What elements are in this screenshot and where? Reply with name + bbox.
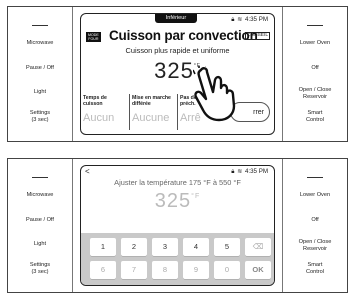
control-panel-bottom: Microwave Pause / Off Light Settings (3 …	[7, 158, 348, 293]
key-0[interactable]: 0	[214, 261, 240, 279]
temperature-display[interactable]: 325°F	[81, 58, 274, 84]
key-6[interactable]: 6	[90, 261, 116, 279]
cook-time-option[interactable]: Temps de cuisson Aucun	[81, 94, 129, 130]
tip-button[interactable]: CONSEIL	[244, 32, 270, 40]
cook-time-label: Temps de cuisson	[83, 95, 107, 107]
key-2[interactable]: 2	[121, 238, 147, 256]
wifi-icon: ≋	[237, 169, 243, 175]
key-9[interactable]: 9	[183, 261, 209, 279]
settings-button[interactable]: Settings (3 sec)	[8, 110, 72, 123]
right-button-column: Lower Oven Off Open / Close Reservoir Sm…	[282, 159, 347, 292]
temperature-unit: °F	[191, 193, 201, 200]
lower-oven-button[interactable]: Lower Oven	[283, 192, 347, 199]
temperature-range-hint: Ajuster la température 175 °F à 550 °F	[114, 178, 241, 187]
oven-display-screen: Inférieur 🔒︎ ≋ 4:35 PM MODE FOUR Cuisson…	[80, 13, 275, 135]
status-bar: 🔒︎ ≋ 4:35 PM	[231, 16, 268, 24]
clock-time: 4:35 PM	[244, 16, 268, 23]
backspace-icon[interactable]: ⌫	[245, 238, 271, 256]
temperature-entry-display: 325°F	[81, 190, 274, 213]
settings-button[interactable]: Settings (3 sec)	[8, 262, 72, 275]
lower-oven-button[interactable]: Lower Oven	[283, 40, 347, 47]
divider-line	[32, 25, 48, 26]
divider-line	[307, 25, 323, 26]
key-4[interactable]: 4	[183, 238, 209, 256]
delay-start-value: Aucune	[132, 112, 170, 124]
key-7[interactable]: 7	[121, 261, 147, 279]
oven-display-screen: < 🔒︎ ≋ 4:35 PM Ajuster la température 17…	[80, 165, 275, 286]
clock-time: 4:35 PM	[244, 168, 268, 175]
smart-control-button[interactable]: Smart Control	[283, 262, 347, 275]
oven-mode-button[interactable]: MODE FOUR	[86, 32, 101, 43]
back-arrow-icon[interactable]: <	[85, 167, 90, 176]
cook-time-value: Aucun	[83, 112, 115, 124]
key-5[interactable]: 5	[214, 238, 240, 256]
smart-control-button[interactable]: Smart Control	[283, 110, 347, 123]
settings-hold-hint: (3 sec)	[31, 268, 49, 275]
lock-icon: 🔒︎	[231, 169, 235, 175]
delay-start-option[interactable]: Mise en marche différée Aucune	[129, 94, 178, 130]
left-button-column: Microwave Pause / Off Light Settings (3 …	[8, 7, 73, 141]
reservoir-button[interactable]: Open / Close Reservoir	[283, 239, 347, 252]
right-button-column: Lower Oven Off Open / Close Reservoir Sm…	[282, 7, 347, 141]
settings-hold-hint: (3 sec)	[31, 116, 49, 123]
divider-line	[307, 177, 323, 178]
microwave-button[interactable]: Microwave	[8, 40, 72, 47]
reservoir-label-2: Reservoir	[303, 245, 327, 252]
oven-selector-tab[interactable]: Inférieur	[155, 14, 197, 23]
light-button[interactable]: Light	[8, 241, 72, 248]
control-panel-top: Microwave Pause / Off Light Settings (3 …	[7, 6, 348, 142]
numeric-keypad: 1 2 3 4 5 ⌫ 6 7 8 9 0 OK	[81, 233, 274, 285]
pause-off-button[interactable]: Pause / Off	[8, 65, 72, 72]
key-8[interactable]: 8	[152, 261, 178, 279]
smart-control-label-2: Control	[305, 116, 325, 123]
light-button[interactable]: Light	[8, 89, 72, 96]
smart-control-label-2: Control	[305, 268, 325, 275]
temperature-value: 325	[154, 190, 192, 212]
wifi-icon: ≋	[237, 17, 243, 23]
ok-button[interactable]: OK	[245, 261, 271, 279]
mode-description: Cuisson plus rapide et uniforme	[125, 46, 230, 55]
status-bar: 🔒︎ ≋ 4:35 PM	[231, 168, 268, 176]
key-1[interactable]: 1	[90, 238, 116, 256]
pointing-hand-icon	[193, 66, 236, 122]
reservoir-label-2: Reservoir	[303, 93, 327, 100]
microwave-button[interactable]: Microwave	[8, 192, 72, 199]
temperature-value: 325	[154, 58, 194, 83]
pause-off-button[interactable]: Pause / Off	[8, 217, 72, 224]
off-button[interactable]: Off	[283, 65, 347, 72]
key-3[interactable]: 3	[152, 238, 178, 256]
off-button[interactable]: Off	[283, 217, 347, 224]
mode-badge-line2: FOUR	[88, 37, 99, 42]
divider-line	[32, 177, 48, 178]
cooking-mode-title: Cuisson par convection	[109, 28, 258, 43]
delay-start-label: Mise en marche différée	[132, 95, 171, 107]
lock-icon: 🔒︎	[231, 17, 235, 23]
reservoir-button[interactable]: Open / Close Reservoir	[283, 87, 347, 100]
left-button-column: Microwave Pause / Off Light Settings (3 …	[8, 159, 73, 292]
